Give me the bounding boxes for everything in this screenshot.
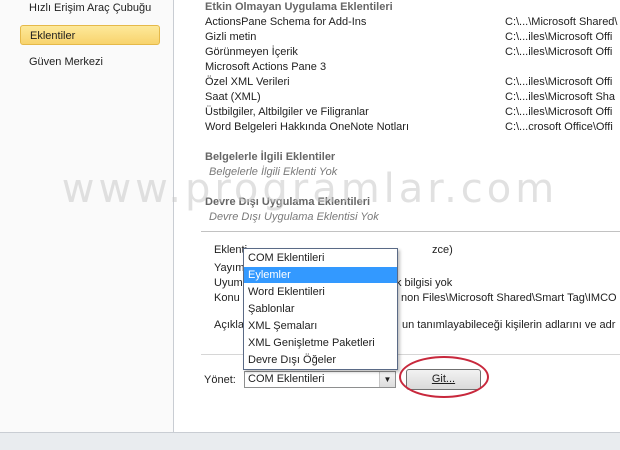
chevron-down-icon[interactable]: ▼	[379, 372, 395, 387]
addin-location: C:\...iles\Microsoft Offi	[505, 106, 613, 118]
list-item[interactable]: Word Belgeleri Hakkında OneNote Notları C…	[205, 120, 613, 135]
addin-location: C:\...crosoft Office\Offi	[505, 121, 613, 133]
addin-name: Görünmeyen İçerik	[205, 46, 298, 58]
bottom-bar	[0, 432, 620, 450]
option-actions[interactable]: Eylemler	[244, 267, 397, 283]
detail-label: Açıkla	[214, 319, 244, 331]
addin-location: C:\...iles\Microsoft Offi	[505, 31, 613, 43]
list-item[interactable]: Üstbilgiler, Altbilgiler ve Filigranlar C…	[205, 105, 612, 120]
sidebar-item-label: Eklentiler	[30, 30, 76, 42]
detail-publisher: Yayım	[214, 262, 245, 274]
group-header-disabled: Devre Dışı Uygulama Eklentileri	[205, 196, 371, 208]
addin-name: Özel XML Verileri	[205, 76, 290, 88]
detail-label: Uyum	[214, 277, 243, 289]
sidebar-item-addins[interactable]: Eklentiler	[20, 25, 160, 45]
manage-label: Yönet:	[204, 374, 236, 386]
detail-tail: non Files\Microsoft Shared\Smart Tag\IMC…	[401, 292, 617, 304]
sidebar-item-label: Hızlı Erişim Araç Çubuğu	[29, 2, 152, 14]
detail-compat: Uyum k bilgisi yok	[214, 276, 452, 290]
sidebar-item-label: Güven Merkezi	[29, 56, 103, 68]
main-panel: Etkin Olmayan Uygulama Eklentileri Actio…	[174, 0, 620, 449]
option-word-addins[interactable]: Word Eklentileri	[244, 284, 397, 300]
detail-tail: un tanımlayabileceği kişilerin adlarını …	[402, 319, 616, 331]
addin-name: Word Belgeleri Hakkında OneNote Notları	[205, 121, 410, 133]
option-xml-expansion-packs[interactable]: XML Genişletme Paketleri	[244, 335, 397, 351]
manage-select-value: COM Eklentileri	[248, 373, 325, 385]
detail-location: Konu non Files\Microsoft Shared\Smart Tag…	[214, 291, 617, 305]
detail-description: Açıkla un tanımlayabileceği kişilerin adl…	[214, 318, 615, 332]
addin-name: Üstbilgiler, Altbilgiler ve Filigranlar	[205, 106, 369, 118]
option-disabled-items[interactable]: Devre Dışı Öğeler	[244, 352, 397, 368]
sidebar-item-quick-access[interactable]: Hızlı Erişim Araç Çubuğu	[20, 0, 160, 18]
manage-select[interactable]: COM Eklentileri ▼	[244, 371, 396, 388]
addins-list[interactable]: Etkin Olmayan Uygulama Eklentileri Actio…	[201, 0, 620, 232]
detail-tail: zce)	[432, 244, 453, 256]
addin-location: C:\...iles\Microsoft Offi	[505, 46, 613, 58]
option-templates[interactable]: Şablonlar	[244, 301, 397, 317]
list-item[interactable]: Saat (XML) C:\...iles\Microsoft Sha	[205, 90, 615, 105]
list-item[interactable]: Özel XML Verileri C:\...iles\Microsoft Of…	[205, 75, 612, 90]
list-item[interactable]: Gizli metin C:\...iles\Microsoft Offi	[205, 30, 612, 45]
manage-dropdown-list[interactable]: COM Eklentileri Eylemler Word Eklentiler…	[243, 248, 398, 370]
option-com-addins[interactable]: COM Eklentileri	[244, 250, 397, 266]
addin-location: C:\...iles\Microsoft Offi	[505, 76, 613, 88]
addin-name: Saat (XML)	[205, 91, 261, 103]
addin-name: Gizli metin	[205, 31, 257, 43]
sidebar-item-trust-center[interactable]: Güven Merkezi	[20, 52, 160, 72]
detail-tail: k bilgisi yok	[396, 277, 453, 289]
addin-location: C:\...iles\Microsoft Sha	[505, 91, 616, 103]
detail-label: Konu	[214, 292, 240, 304]
group-header-document: Belgelerle İlgili Eklentiler	[205, 151, 336, 163]
option-xml-schemas[interactable]: XML Şemaları	[244, 318, 397, 334]
addin-location: C:\...\Microsoft Shared\	[505, 16, 618, 28]
addin-name: Microsoft Actions Pane 3	[205, 61, 327, 73]
group-header-inactive: Etkin Olmayan Uygulama Eklentileri	[205, 1, 393, 13]
group-empty-disabled: Devre Dışı Uygulama Eklentisi Yok	[209, 211, 379, 223]
list-item[interactable]: Microsoft Actions Pane 3	[205, 60, 326, 75]
addin-name: ActionsPane Schema for Add-Ins	[205, 16, 367, 28]
list-item[interactable]: Görünmeyen İçerik C:\...iles\Microsoft Of…	[205, 45, 612, 60]
group-empty-document: Belgelerle İlgili Eklenti Yok	[209, 166, 338, 178]
highlight-circle	[399, 356, 489, 398]
list-item[interactable]: ActionsPane Schema for Add-Ins C:\...\Mic…	[205, 15, 617, 30]
sidebar: Hızlı Erişim Araç Çubuğu Eklentiler Güve…	[0, 0, 174, 449]
